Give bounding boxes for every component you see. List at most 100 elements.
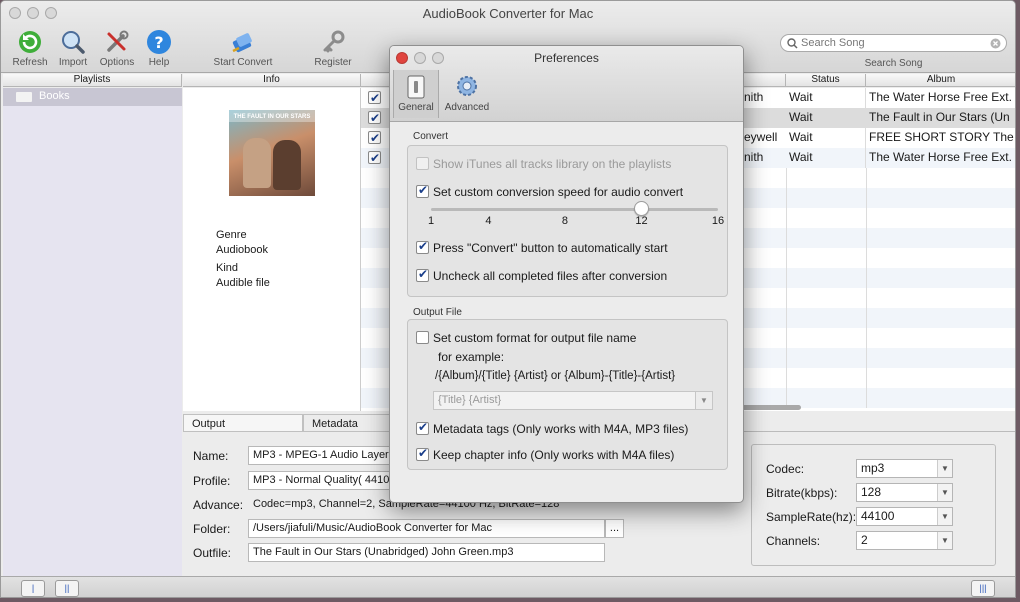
refresh-button[interactable]: Refresh [10,29,50,68]
tools-icon [104,29,130,55]
album-column-header[interactable]: Album [866,74,1015,87]
custom-format-checkbox[interactable] [416,331,429,344]
for-example-label: for example: [438,350,505,364]
auto-start-checkbox[interactable] [416,239,429,254]
chapter-info-option[interactable]: Keep chapter info (Only works with M4A f… [416,446,675,462]
show-itunes-checkbox[interactable] [416,157,429,170]
status-cell: Wait [786,108,866,128]
tab-advanced[interactable]: Advanced [442,70,492,118]
uncheck-completed-option[interactable]: Uncheck all completed files after conver… [416,267,668,283]
search-input[interactable] [801,36,986,50]
outfile-field[interactable]: The Fault in Our Stars (Unabridged) John… [248,543,605,562]
speed-tick-label: 12 [635,215,648,227]
playlists-header: Playlists [3,74,182,87]
register-label: Register [314,57,352,68]
codec-label: Codec: [766,462,805,476]
speed-slider-track[interactable] [431,208,718,211]
album-cover-title: THE FAULT IN OUR STARS [233,114,311,120]
folder-field[interactable]: /Users/jiafuli/Music/AudioBook Converter… [248,519,605,538]
artist-cell [741,108,786,128]
help-icon: ? [146,29,172,55]
speed-tick-label: 4 [485,215,492,227]
album-cell: The Fault in Our Stars (Un [866,108,1015,128]
help-label: Help [148,57,170,68]
info-toggle-button[interactable]: || [55,580,79,597]
custom-speed-option[interactable]: Set custom conversion speed for audio co… [416,183,684,199]
song-checkbox[interactable] [368,109,381,128]
magnifier-icon [60,29,86,55]
sidebar-toggle-button[interactable]: | [21,580,45,597]
bitrate-label: Bitrate(kbps): [766,486,838,500]
preferences-title-bar: Preferences General Advanced [390,46,743,122]
chapter-info-checkbox[interactable] [416,446,429,461]
custom-speed-label: Set custom conversion speed for audio co… [433,185,684,199]
chapter-info-label: Keep chapter info (Only works with M4A f… [433,448,675,462]
show-itunes-label: Show iTunes all tracks library on the pl… [433,157,672,171]
general-switch-icon [407,75,425,99]
custom-format-label: Set custom format for output file name [433,331,637,345]
metadata-tags-option[interactable]: Metadata tags (Only works with M4A, MP3 … [416,420,688,436]
speed-tick-label: 16 [711,215,725,227]
artist-cell: nith [744,90,764,104]
uncheck-completed-label: Uncheck all completed files after conver… [433,269,668,283]
search-icon [787,38,798,49]
options-label: Options [99,57,135,68]
sidebar-item-books[interactable]: Books [3,88,182,106]
key-icon [320,29,346,55]
chevron-down-icon: ▼ [937,460,952,477]
tab-general[interactable]: General [393,70,439,118]
preferences-title: Preferences [534,51,599,65]
bitrate-select[interactable]: 128 ▼ [856,483,953,502]
song-checkbox[interactable] [368,89,381,108]
import-button[interactable]: Import [54,29,92,68]
tab-advanced-label: Advanced [444,102,490,113]
auto-start-option[interactable]: Press "Convert" button to automatically … [416,239,668,255]
codec-select[interactable]: mp3 ▼ [856,459,953,478]
refresh-label: Refresh [12,57,48,68]
start-convert-button[interactable]: Start Convert [207,29,279,68]
samplerate-label: SampleRate(hz): [766,510,857,524]
speed-tick-label: 8 [561,215,568,227]
status-cell: Wait [786,128,866,148]
kind-value: Audible file [216,277,270,289]
filename-pattern-select[interactable]: {Title} {Artist} ▼ [433,391,713,410]
song-checkbox[interactable] [368,149,381,168]
album-cell: FREE SHORT STORY The T [866,128,1015,148]
album-cell: The Water Horse Free Ext. [866,88,1015,108]
clear-search-icon[interactable] [990,38,1001,49]
show-itunes-option[interactable]: Show iTunes all tracks library on the pl… [416,157,671,171]
browse-folder-button[interactable]: ... [605,519,624,538]
samplerate-select[interactable]: 44100 ▼ [856,507,953,526]
song-checkbox[interactable] [368,129,381,148]
playlists-sidebar: Books [3,88,182,576]
filename-pattern-value: {Title} {Artist} [438,394,502,406]
custom-speed-checkbox[interactable] [416,183,429,198]
columns-toggle-button[interactable]: ||| [971,580,995,597]
advance-label: Advance: [193,498,244,512]
auto-start-label: Press "Convert" button to automatically … [433,241,668,255]
search-field[interactable] [780,34,1007,52]
bitrate-value: 128 [861,485,882,499]
uncheck-completed-checkbox[interactable] [416,267,429,282]
options-button[interactable]: Options [96,29,138,68]
status-bar: | || ||| [1,576,1015,597]
channels-select[interactable]: 2 ▼ [856,531,953,550]
album-cell: The Water Horse Free Ext. [866,148,1015,168]
help-button[interactable]: ? Help [142,29,176,68]
sidebar-item-label: Books [39,90,70,102]
convert-section-label: Convert [413,131,449,142]
window-title: AudioBook Converter for Mac [422,6,594,21]
chevron-down-icon: ▼ [937,532,952,549]
status-cell: Wait [786,88,866,108]
status-column-header[interactable]: Status [786,74,866,87]
profile-label: Profile: [193,474,231,488]
tab-output[interactable]: Output [183,414,303,432]
info-panel: THE FAULT IN OUR STARS Genre Audiobook K… [183,88,361,411]
custom-format-option[interactable]: Set custom format for output file name [416,331,636,345]
import-label: Import [58,57,88,68]
horizontal-scrollbar[interactable] [741,405,801,410]
tab-metadata[interactable]: Metadata [303,414,393,432]
metadata-tags-checkbox[interactable] [416,420,429,435]
register-button[interactable]: Register [310,29,356,68]
samplerate-value: 44100 [861,509,895,523]
